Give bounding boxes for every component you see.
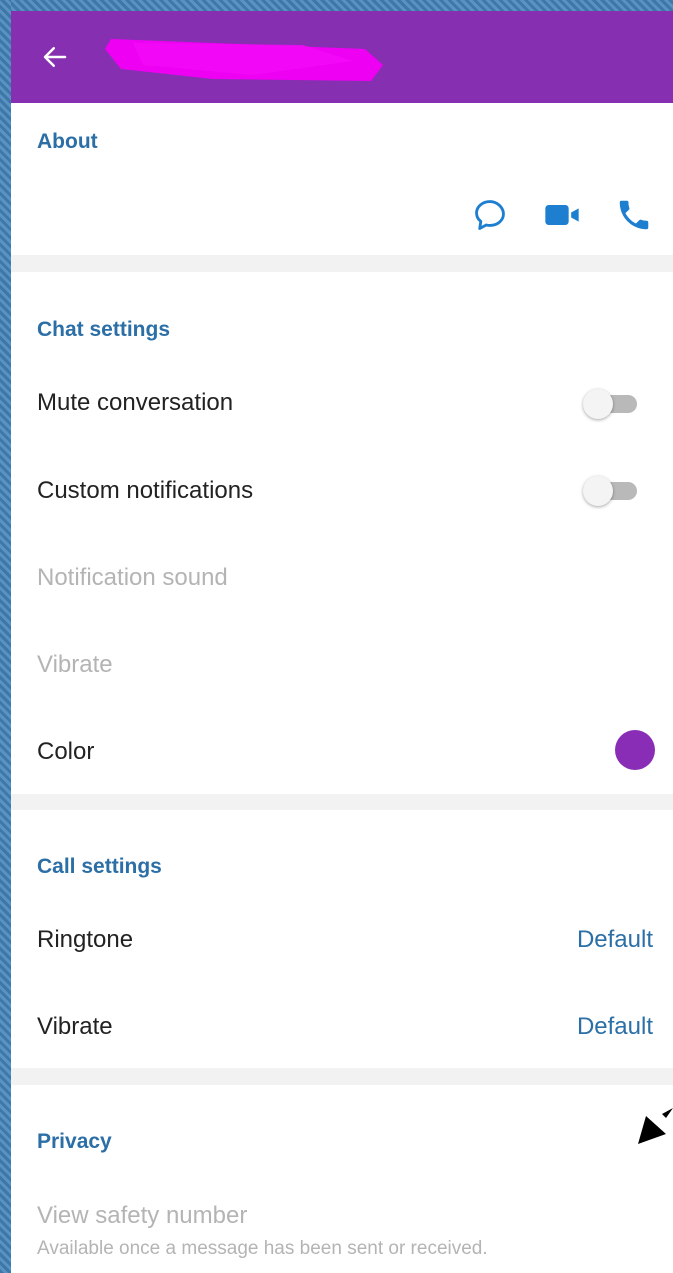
background-frame-top <box>0 0 673 11</box>
background-frame-left <box>0 0 11 1273</box>
custom-notifications-toggle[interactable] <box>583 476 639 506</box>
conversation-color-swatch[interactable] <box>615 730 655 770</box>
redacted-contact-name <box>105 39 383 81</box>
notification-sound-item: Notification sound <box>37 564 228 591</box>
call-vibrate-value[interactable]: Default <box>577 1013 653 1041</box>
vibrate-item: Vibrate <box>37 651 113 678</box>
arrow-left-icon <box>43 47 67 67</box>
privacy-section: Privacy View safety number Available onc… <box>11 1085 673 1273</box>
call-vibrate-label[interactable]: Vibrate <box>37 1013 113 1041</box>
view-safety-number-subtitle: Available once a message has been sent o… <box>37 1238 488 1259</box>
view-safety-number-item: View safety number <box>37 1202 248 1229</box>
toggle-knob <box>583 389 613 419</box>
call-settings-title: Call settings <box>37 855 162 878</box>
about-title: About <box>37 130 98 153</box>
message-button[interactable] <box>470 195 510 235</box>
toggle-knob <box>583 476 613 506</box>
chat-settings-title: Chat settings <box>37 318 171 341</box>
mute-conversation-toggle[interactable] <box>583 389 639 419</box>
call-settings-section: Call settings Ringtone Default Vibrate D… <box>11 810 673 1068</box>
voice-call-button[interactable] <box>614 195 654 235</box>
chat-bubble-icon <box>475 200 505 230</box>
ringtone-value[interactable]: Default <box>577 926 653 954</box>
ringtone-label[interactable]: Ringtone <box>37 926 133 954</box>
chat-settings-section: Chat settings Mute conversation Custom n… <box>11 272 673 794</box>
video-camera-icon <box>545 205 579 225</box>
pointer-arrow-icon <box>638 1108 673 1144</box>
custom-notifications-label[interactable]: Custom notifications <box>37 477 253 505</box>
conversation-settings-screen: About Chat settings Mute conversation Cu… <box>11 11 673 1273</box>
video-call-button[interactable] <box>542 195 582 235</box>
mute-conversation-label[interactable]: Mute conversation <box>37 389 233 417</box>
color-label[interactable]: Color <box>37 738 94 766</box>
phone-icon <box>619 200 649 230</box>
about-section: About <box>11 103 673 255</box>
back-button[interactable] <box>33 35 77 79</box>
privacy-title: Privacy <box>37 1130 112 1153</box>
app-bar <box>11 11 673 103</box>
